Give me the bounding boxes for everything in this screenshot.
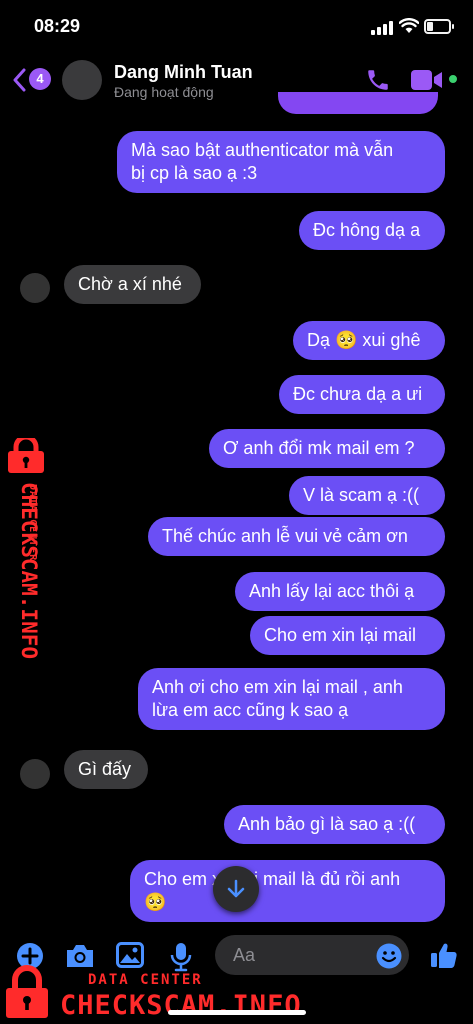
arrow-down-icon [227,879,245,898]
contact-avatar[interactable] [62,60,102,100]
message-bubble-outgoing[interactable]: Anh ơi cho em xin lại mail , anh lừa em … [138,668,445,730]
unread-count-badge: 4 [29,68,51,90]
message-bubble-outgoing[interactable]: Đc hông dạ a [299,211,445,250]
message-bubble-outgoing[interactable]: Cho em xin lại mail là đủ rồi anh 🥺 [130,860,445,922]
contact-name[interactable]: Dang Minh Tuan [114,62,253,83]
sender-avatar[interactable] [20,273,50,303]
back-button[interactable]: 4 [12,66,52,94]
wifi-icon [399,18,419,33]
message-bubble-outgoing[interactable]: Mà sao bật authenticator mà vẫn bị cp là… [117,131,445,193]
contact-status: Đang hoạt động [114,84,214,100]
lock-icon [8,438,44,473]
watermark-small-text: DATA CENTER [88,972,203,988]
watermark-vertical-text: CHECKSCAM.INFO DATA CENTER [17,482,41,659]
watermark-side: CHECKSCAM.INFO DATA CENTER [2,438,50,670]
status-bar: 08:29 [0,0,473,52]
message-bubble-outgoing[interactable]: Anh bảo gì là sao ạ :(( [224,805,445,844]
message-bubble-outgoing[interactable]: Cho em xin lại mail [250,616,445,655]
message-bubble-incoming[interactable]: Gì đấy [64,750,148,789]
status-time: 08:29 [34,16,81,36]
svg-text:DATA CENTER: DATA CENTER [27,484,38,561]
lock-icon [6,965,48,1018]
scroll-to-bottom-button[interactable] [213,866,259,912]
online-status-dot [447,73,459,85]
video-camera-icon[interactable] [411,69,443,91]
watermark-big-text: CHECKSCAM.INFO [60,990,302,1021]
message-bubble-outgoing[interactable]: V là scam ạ :(( [289,476,445,515]
message-bubble-incoming[interactable]: Chờ a xí nhé [64,265,201,304]
message-bubble-outgoing[interactable]: Anh lấy lại acc thôi ạ [235,572,445,611]
message-bubble-outgoing[interactable]: Dạ 🥺 xui ghê [293,321,445,360]
phone-icon[interactable] [365,67,391,93]
home-indicator [168,1010,306,1015]
message-bubble-outgoing[interactable]: Thế chúc anh lễ vui vẻ cảm ơn [148,517,445,556]
signal-icon [371,21,395,35]
sender-avatar[interactable] [20,759,50,789]
message-bubble-outgoing[interactable]: Đc chưa dạ a ưi [279,375,445,414]
battery-icon [424,19,454,34]
message-bubble-partial [278,92,438,114]
message-bubble-outgoing[interactable]: Ơ anh đổi mk mail em ? [209,429,445,468]
back-chevron-icon [13,68,26,92]
